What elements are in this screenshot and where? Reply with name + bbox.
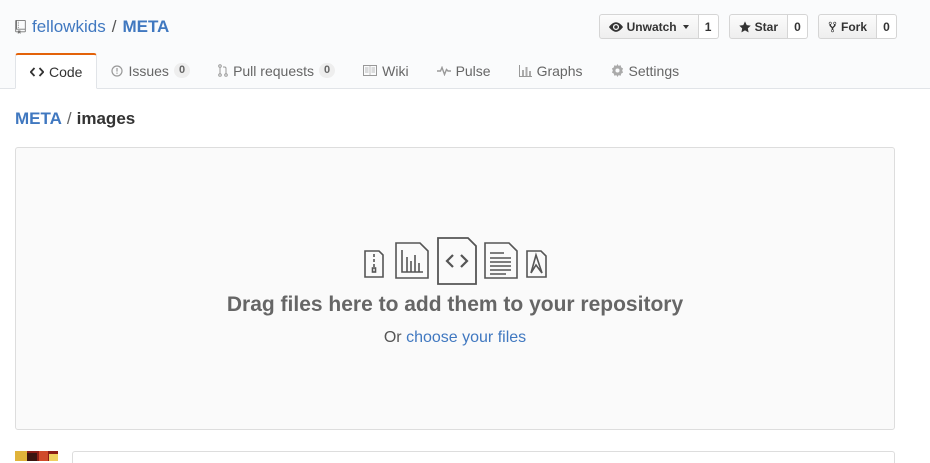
tab-wiki[interactable]: Wiki (349, 53, 422, 88)
tab-code[interactable]: Code (15, 53, 98, 89)
fork-group: Fork 0 (817, 14, 897, 39)
text-file-icon (484, 242, 518, 279)
eye-icon (608, 21, 623, 32)
chart-file-icon (395, 242, 429, 279)
dropzone-prefix: Or (383, 329, 402, 346)
stargazers-count[interactable]: 0 (787, 14, 808, 39)
dropzone-subtitle: Or choose your files (16, 329, 894, 347)
pull-requests-count: 0 (319, 63, 336, 78)
star-group: Star 0 (728, 14, 808, 39)
file-dropzone[interactable]: Drag files here to add them to your repo… (15, 147, 895, 430)
unwatch-button[interactable]: Unwatch (598, 14, 699, 39)
pdf-file-icon (526, 250, 547, 278)
tab-pull-requests[interactable]: Pull requests 0 (204, 53, 349, 88)
fork-icon (828, 21, 837, 32)
code-file-icon (437, 237, 477, 285)
breadcrumb-root-link[interactable]: META (15, 109, 62, 128)
tab-wiki-label: Wiki (382, 62, 409, 79)
breadcrumb-separator: / (66, 109, 72, 128)
unwatch-label: Unwatch (626, 19, 677, 34)
watchers-count[interactable]: 1 (698, 14, 719, 39)
star-label: Star (754, 19, 778, 34)
chevron-down-icon (682, 24, 689, 29)
zip-file-icon (364, 250, 384, 278)
tab-issues-label: Issues (128, 62, 169, 79)
watch-group: Unwatch 1 (598, 14, 719, 39)
dropzone-title: Drag files here to add them to your repo… (226, 293, 684, 316)
issues-count: 0 (173, 63, 191, 78)
issue-icon (111, 64, 124, 77)
graph-icon (518, 64, 532, 77)
file-type-icons (364, 237, 547, 285)
tab-graphs-label: Graphs (536, 62, 583, 79)
tab-settings[interactable]: Settings (597, 53, 694, 88)
repo-nav-tabs: Code Issues 0 Pull requests 0 Wiki Pulse… (15, 53, 693, 89)
breadcrumb-current: images (76, 109, 136, 128)
fork-button[interactable]: Fork (817, 14, 877, 39)
pulse-icon (436, 65, 451, 76)
repo-icon (15, 20, 26, 34)
repo-title: fellowkids / META (15, 17, 169, 37)
repo-header: fellowkids / META Unwatch 1 Star 0 Fork (0, 0, 930, 89)
gear-icon (611, 64, 623, 77)
star-icon (738, 20, 751, 32)
repo-separator: / (111, 17, 117, 36)
repo-actions: Unwatch 1 Star 0 Fork 0 (598, 14, 897, 39)
book-icon (363, 65, 378, 76)
repo-owner-link[interactable]: fellowkids (32, 17, 106, 37)
tab-settings-label: Settings (628, 62, 680, 79)
breadcrumb: META / images (15, 109, 135, 129)
tab-pulse[interactable]: Pulse (423, 53, 505, 88)
tab-graphs[interactable]: Graphs (505, 53, 597, 88)
code-icon (30, 66, 44, 77)
forks-count[interactable]: 0 (877, 14, 897, 39)
choose-files-link[interactable]: choose your files (406, 329, 526, 346)
tab-issues[interactable]: Issues 0 (97, 53, 204, 88)
tab-pulse-label: Pulse (455, 62, 491, 79)
star-button[interactable]: Star (728, 14, 788, 39)
repo-name-link[interactable]: META (122, 17, 169, 37)
commit-form-box (72, 451, 895, 463)
tab-code-label: Code (49, 63, 83, 80)
pull-request-icon (218, 64, 228, 77)
tab-pull-requests-label: Pull requests (233, 62, 314, 79)
fork-label: Fork (840, 19, 867, 34)
avatar (15, 451, 58, 461)
